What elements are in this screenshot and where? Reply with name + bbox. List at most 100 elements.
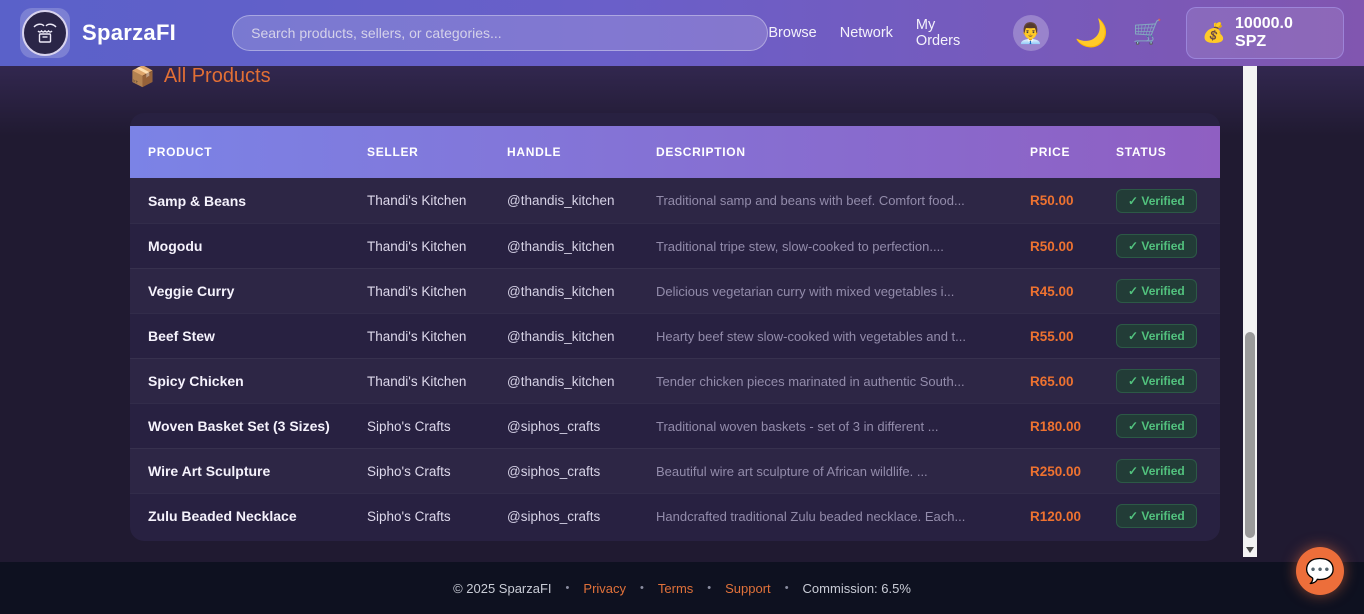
person-icon: 👨‍💼 (1018, 21, 1043, 46)
balance-amount: 10000.0 SPZ (1235, 15, 1328, 51)
table-row[interactable]: Spicy Chicken Thandi's Kitchen @thandis_… (130, 358, 1220, 403)
column-header-handle: HANDLE (507, 145, 656, 159)
table-row[interactable]: Mogodu Thandi's Kitchen @thandis_kitchen… (130, 223, 1220, 268)
product-description: Handcrafted traditional Zulu beaded neck… (656, 509, 1030, 524)
column-header-product: PRODUCT (148, 145, 367, 159)
table-row[interactable]: Zulu Beaded Necklace Sipho's Crafts @sip… (130, 493, 1220, 538)
nav-link-network[interactable]: Network (840, 25, 893, 41)
table-row[interactable]: Wire Art Sculpture Sipho's Crafts @sipho… (130, 448, 1220, 493)
vertical-scrollbar-thumb[interactable] (1245, 332, 1255, 538)
user-avatar[interactable]: 👨‍💼 (1013, 15, 1049, 51)
seller-handle: @siphos_crafts (507, 419, 656, 434)
page-title-text: All Products (164, 65, 271, 88)
seller-name: Thandi's Kitchen (367, 374, 507, 389)
seller-handle: @thandis_kitchen (507, 284, 656, 299)
chat-fab-button[interactable]: 💬 (1296, 547, 1344, 595)
table-row[interactable]: Woven Basket Set (3 Sizes) Sipho's Craft… (130, 403, 1220, 448)
moon-icon: 🌙 (1075, 18, 1109, 48)
page-title: 📦 All Products (130, 64, 1220, 89)
copyright-text: © 2025 SparzaFI (453, 581, 551, 596)
product-price: R250.00 (1030, 464, 1116, 479)
seller-name: Thandi's Kitchen (367, 329, 507, 344)
table-row[interactable]: Samp & Beans Thandi's Kitchen @thandis_k… (130, 178, 1220, 223)
search-input[interactable] (232, 15, 768, 51)
seller-name: Sipho's Crafts (367, 509, 507, 524)
scrollbar-down-arrow-icon[interactable] (1246, 547, 1254, 553)
product-name: Veggie Curry (148, 283, 367, 299)
brand-logo[interactable] (20, 8, 70, 58)
product-description: Delicious vegetarian curry with mixed ve… (656, 284, 1030, 299)
table-row[interactable]: Beef Stew Thandi's Kitchen @thandis_kitc… (130, 313, 1220, 358)
products-table-card: PRODUCT SELLER HANDLE DESCRIPTION PRICE … (130, 113, 1220, 541)
product-name: Samp & Beans (148, 193, 367, 209)
app-title: SparzaFI (82, 20, 176, 46)
product-name: Wire Art Sculpture (148, 463, 367, 479)
separator-dot: • (707, 582, 711, 594)
product-name: Zulu Beaded Necklace (148, 508, 367, 524)
column-header-status: STATUS (1116, 145, 1220, 159)
verified-status-badge: ✓ Verified (1116, 189, 1197, 213)
verified-status-badge: ✓ Verified (1116, 234, 1197, 258)
wallet-balance-badge[interactable]: 💰 10000.0 SPZ (1186, 7, 1344, 59)
speech-bubble-icon: 💬 (1305, 557, 1335, 586)
product-description: Hearty beef stew slow-cooked with vegeta… (656, 329, 1030, 344)
verified-status-badge: ✓ Verified (1116, 279, 1197, 303)
verified-status-badge: ✓ Verified (1116, 324, 1197, 348)
table-row[interactable]: Veggie Curry Thandi's Kitchen @thandis_k… (130, 268, 1220, 313)
seller-handle: @thandis_kitchen (507, 239, 656, 254)
product-price: R120.00 (1030, 509, 1116, 524)
product-price: R50.00 (1030, 239, 1116, 254)
seller-name: Thandi's Kitchen (367, 284, 507, 299)
seller-handle: @siphos_crafts (507, 464, 656, 479)
product-description: Beautiful wire art sculpture of African … (656, 464, 1030, 479)
nav-link-my-orders[interactable]: My Orders (916, 17, 983, 49)
seller-handle: @thandis_kitchen (507, 374, 656, 389)
commission-text: Commission: 6.5% (803, 581, 911, 596)
seller-name: Sipho's Crafts (367, 464, 507, 479)
footer-link-privacy[interactable]: Privacy (583, 581, 626, 596)
separator-dot: • (566, 582, 570, 594)
seller-name: Thandi's Kitchen (367, 193, 507, 208)
product-price: R50.00 (1030, 193, 1116, 208)
verified-status-badge: ✓ Verified (1116, 369, 1197, 393)
verified-status-badge: ✓ Verified (1116, 504, 1197, 528)
main-nav: Browse Network My Orders (768, 17, 982, 49)
product-name: Mogodu (148, 238, 367, 254)
seller-handle: @siphos_crafts (507, 509, 656, 524)
product-name: Spicy Chicken (148, 373, 367, 389)
product-price: R45.00 (1030, 284, 1116, 299)
cart-icon: 🛒 (1132, 19, 1162, 46)
package-icon: 📦 (130, 64, 155, 89)
separator-dot: • (640, 582, 644, 594)
footer-link-support[interactable]: Support (725, 581, 771, 596)
app-footer: © 2025 SparzaFI • Privacy • Terms • Supp… (0, 562, 1364, 614)
seller-handle: @thandis_kitchen (507, 193, 656, 208)
product-description: Tender chicken pieces marinated in authe… (656, 374, 1030, 389)
seller-name: Sipho's Crafts (367, 419, 507, 434)
product-description: Traditional tripe stew, slow-cooked to p… (656, 239, 1030, 254)
theme-toggle-button[interactable]: 🌙 (1075, 20, 1109, 47)
product-name: Woven Basket Set (3 Sizes) (148, 418, 367, 434)
footer-link-terms[interactable]: Terms (658, 581, 693, 596)
main-content: 📦 All Products PRODUCT SELLER HANDLE DES… (130, 64, 1220, 541)
vertical-scrollbar-track[interactable] (1243, 66, 1257, 557)
nav-link-browse[interactable]: Browse (768, 25, 816, 41)
marketplace-emblem-icon (22, 10, 68, 56)
product-name: Beef Stew (148, 328, 367, 344)
seller-name: Thandi's Kitchen (367, 239, 507, 254)
cart-button[interactable]: 🛒 (1132, 21, 1162, 45)
column-header-description: DESCRIPTION (656, 145, 1030, 159)
verified-status-badge: ✓ Verified (1116, 414, 1197, 438)
product-price: R180.00 (1030, 419, 1116, 434)
product-description: Traditional samp and beans with beef. Co… (656, 193, 1030, 208)
product-price: R55.00 (1030, 329, 1116, 344)
table-header-row: PRODUCT SELLER HANDLE DESCRIPTION PRICE … (130, 126, 1220, 178)
seller-handle: @thandis_kitchen (507, 329, 656, 344)
separator-dot: • (785, 582, 789, 594)
table-body: Samp & Beans Thandi's Kitchen @thandis_k… (130, 178, 1220, 538)
product-price: R65.00 (1030, 374, 1116, 389)
money-bag-icon: 💰 (1202, 24, 1226, 43)
verified-status-badge: ✓ Verified (1116, 459, 1197, 483)
column-header-seller: SELLER (367, 145, 507, 159)
app-header: SparzaFI Browse Network My Orders 👨‍💼 🌙 … (0, 0, 1364, 66)
